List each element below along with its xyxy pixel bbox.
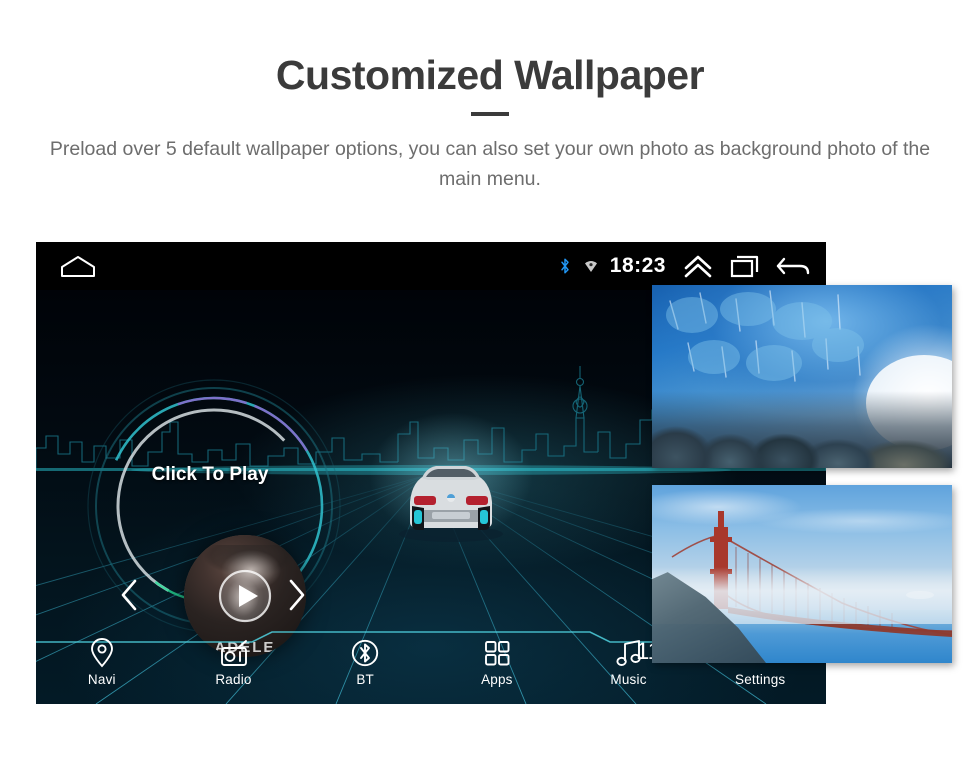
click-to-play-label: Click To Play xyxy=(151,464,269,485)
media-widget[interactable]: Click To Play ADELE xyxy=(56,350,356,657)
car-graphic xyxy=(399,466,503,542)
status-bar: 18:23 xyxy=(36,242,826,290)
home-icon[interactable] xyxy=(58,254,98,278)
recents-icon[interactable] xyxy=(720,242,768,290)
play-icon[interactable] xyxy=(218,569,272,623)
radio-icon xyxy=(220,640,247,666)
double-chevron-up-icon[interactable] xyxy=(676,242,720,290)
dock-label-bt: BT xyxy=(356,672,374,687)
ice-cave-wallpaper-thumbnail[interactable] xyxy=(652,285,952,468)
gps-status-icon xyxy=(578,242,604,290)
back-arrow-icon[interactable] xyxy=(768,242,816,290)
dock-label-navi: Navi xyxy=(87,672,116,687)
music-note-icon xyxy=(615,640,641,666)
page-title: Customized Wallpaper xyxy=(275,52,705,98)
dock-label-music: Music xyxy=(610,672,647,687)
location-pin-icon xyxy=(90,638,113,668)
bluetooth-status-icon xyxy=(552,242,578,290)
ice-cave-rocks xyxy=(652,391,952,468)
page-root: Customized Wallpaper Preload over 5 defa… xyxy=(0,0,980,758)
chevron-right-icon[interactable] xyxy=(284,578,308,612)
chevron-left-icon[interactable] xyxy=(118,578,142,612)
dock-item-apps[interactable]: Apps xyxy=(431,638,563,687)
dock-item-radio[interactable]: Radio xyxy=(168,638,300,687)
status-bar-clock: 18:23 xyxy=(609,254,666,277)
title-underline-rule xyxy=(471,112,509,116)
dock-label-radio: Radio xyxy=(215,672,252,687)
dock-item-navi[interactable]: Navi xyxy=(36,638,168,687)
bluetooth-icon xyxy=(352,639,379,667)
page-subtitle: Preload over 5 default wallpaper options… xyxy=(49,138,931,190)
golden-gate-wallpaper-thumbnail[interactable] xyxy=(652,485,952,663)
status-bar-right-group: 18:23 xyxy=(552,242,816,290)
dock-item-bt[interactable]: BT xyxy=(299,638,431,687)
apps-grid-icon xyxy=(484,641,510,666)
dock-label-settings: Settings xyxy=(735,672,786,687)
dock-label-apps: Apps xyxy=(481,672,513,687)
